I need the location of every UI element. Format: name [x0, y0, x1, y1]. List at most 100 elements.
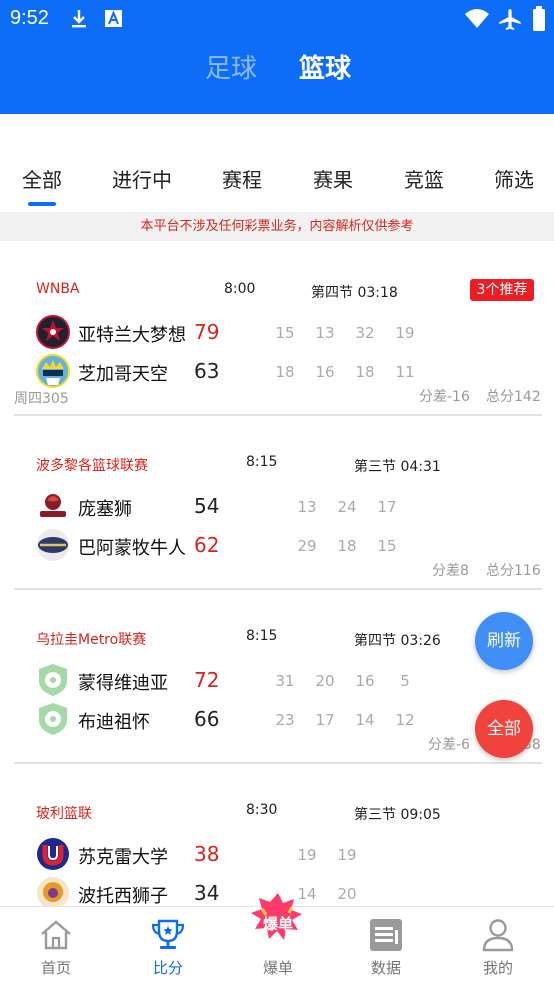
nav-item-data[interactable]: 数据 — [346, 907, 426, 985]
game-period: 第三节 04:31 — [354, 459, 441, 475]
league-name: 波多黎各篮球联赛 — [36, 458, 148, 474]
league-name: 乌拉圭Metro联赛 — [36, 632, 147, 648]
all-button[interactable]: 全部 — [475, 700, 533, 758]
start-time: 8:00 — [224, 281, 256, 297]
tab-results[interactable]: 赛果 — [313, 164, 353, 193]
quarter-score: 19 — [395, 324, 415, 342]
start-time: 8:30 — [246, 802, 278, 818]
disclaimer-notice: 本平台不涉及任何彩票业务，内容解析仅供参考 — [0, 212, 554, 241]
match-card[interactable]: 波多黎各篮球联赛 8:15 第三节 04:31 庞塞狮 54 13 24 17 … — [14, 442, 542, 588]
status-time: 9:52 — [10, 7, 49, 29]
team-row-home: 蒙得维迪亚 72 31 20 16 5 — [36, 663, 536, 699]
team-score: 79 — [194, 320, 220, 344]
team-row-away: 巴阿蒙牧牛人 62 29 18 15 — [36, 528, 536, 564]
recommend-badge[interactable]: 3个推荐 — [470, 279, 534, 301]
league-name: WNBA — [36, 281, 80, 297]
nav-item-hot-orders[interactable]: 爆单 爆单 — [238, 893, 318, 985]
quarter-score: 18 — [337, 537, 357, 555]
quarter-score: 11 — [395, 363, 415, 381]
match-number: 周四305 — [14, 391, 69, 407]
chicago-sky-logo-icon — [36, 354, 70, 388]
quarter-score: 23 — [275, 711, 295, 729]
tab-filter[interactable]: 筛选 — [494, 164, 534, 193]
team-score: 63 — [194, 359, 220, 383]
card-divider — [14, 414, 542, 416]
quarter-score: 15 — [377, 537, 397, 555]
home-icon — [38, 917, 74, 953]
game-period: 第四节 03:26 — [354, 633, 441, 649]
ponce-lions-logo-icon — [36, 489, 70, 523]
nav-label: 我的 — [482, 959, 513, 977]
match-card[interactable]: WNBA 8:00 第四节 03:18 3个推荐 亚特兰大梦想 79 15 13… — [14, 268, 542, 414]
team-score: 62 — [194, 533, 220, 557]
quarter-score: 29 — [297, 537, 317, 555]
nav-label: 爆单 — [262, 959, 293, 977]
team-name: 亚特兰大梦想 — [78, 325, 186, 346]
match-card[interactable]: 乌拉圭Metro联赛 8:15 第四节 03:26 蒙得维迪亚 72 31 20… — [14, 616, 542, 762]
status-bar: 9:52 — [0, 0, 554, 38]
potosi-lions-logo-icon — [36, 876, 70, 906]
team-row-home: 亚特兰大梦想 79 15 13 32 19 — [36, 315, 536, 351]
card-divider — [14, 588, 542, 590]
tab-football[interactable]: 足球 — [205, 48, 257, 85]
game-period: 第四节 03:18 — [311, 285, 398, 301]
nav-item-profile[interactable]: 我的 — [458, 907, 538, 985]
team-row-home: 苏克雷大学 38 19 19 — [36, 837, 536, 873]
quarter-score: 17 — [377, 498, 397, 516]
tab-all[interactable]: 全部 — [22, 164, 62, 193]
team-name: 波托西狮子 — [78, 886, 168, 906]
score-diff: 分差-6 — [428, 737, 470, 753]
team-score: 54 — [194, 494, 220, 518]
refresh-button[interactable]: 刷新 — [475, 612, 533, 670]
quarter-score: 14 — [355, 711, 375, 729]
match-card[interactable]: 玻利篮联 8:30 第三节 09:05 苏克雷大学 38 19 19 波托西狮子… — [14, 790, 542, 906]
wifi-icon — [464, 8, 490, 34]
quarter-score: 18 — [355, 363, 375, 381]
quarter-score: 19 — [337, 846, 357, 864]
team-score: 66 — [194, 707, 220, 731]
download-icon — [68, 8, 90, 34]
quarter-score: 20 — [337, 885, 357, 903]
score-total: 总分116 — [486, 563, 541, 579]
active-tab-indicator — [28, 202, 56, 206]
quarter-score: 20 — [315, 672, 335, 690]
team-name: 芝加哥天空 — [78, 364, 168, 385]
hot-order-icon: 爆单 — [248, 891, 308, 949]
profile-icon — [480, 917, 516, 953]
tab-jinglan[interactable]: 竞篮 — [404, 164, 444, 193]
team-name: 巴阿蒙牧牛人 — [78, 538, 186, 559]
tab-in-progress[interactable]: 进行中 — [112, 164, 172, 193]
quarter-score: 15 — [275, 324, 295, 342]
tab-basketball[interactable]: 篮球 — [299, 48, 351, 85]
team-placeholder-logo-icon — [36, 702, 70, 736]
league-name: 玻利篮联 — [36, 806, 92, 822]
team-row-away: 布迪祖怀 66 23 17 14 12 — [36, 702, 536, 738]
bottom-nav: 首页 比分 爆单 爆单 数据 我的 — [0, 893, 554, 985]
nav-item-scores[interactable]: 比分 — [128, 907, 208, 985]
nav-item-home[interactable]: 首页 — [16, 907, 96, 985]
score-total: 总分142 — [486, 389, 541, 405]
quarter-score: 17 — [315, 711, 335, 729]
battery-icon — [532, 6, 546, 36]
start-time: 8:15 — [246, 454, 278, 470]
team-name: 庞塞狮 — [78, 499, 132, 520]
nav-label: 首页 — [40, 959, 71, 977]
nav-label: 比分 — [152, 959, 183, 977]
sucre-university-logo-icon — [36, 837, 70, 871]
atlanta-dream-logo-icon — [36, 315, 70, 349]
team-score: 34 — [194, 881, 220, 905]
team-row-away: 芝加哥天空 63 18 16 18 11 — [36, 354, 536, 390]
card-divider — [14, 762, 542, 764]
score-diff: 分差8 — [432, 563, 469, 579]
tab-schedule[interactable]: 赛程 — [222, 164, 262, 193]
quarter-score: 24 — [337, 498, 357, 516]
bayamon-vaqueros-logo-icon — [36, 528, 70, 562]
team-row-home: 庞塞狮 54 13 24 17 — [36, 489, 536, 525]
quarter-score: 31 — [275, 672, 295, 690]
team-score: 38 — [194, 842, 220, 866]
quarter-score: 16 — [315, 363, 335, 381]
sport-header: 足球 篮球 — [0, 38, 554, 114]
filter-tabs: 全部 进行中 赛程 赛果 竞篮 筛选 — [0, 150, 554, 210]
start-time: 8:15 — [246, 628, 278, 644]
quarter-score: 13 — [297, 498, 317, 516]
